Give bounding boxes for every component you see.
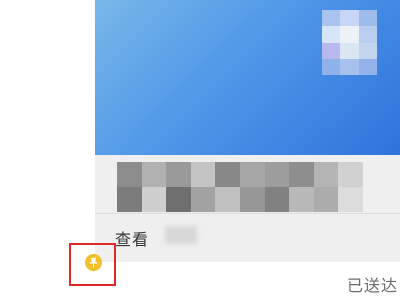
shared-link-card[interactable]: 查看	[95, 0, 400, 262]
blurred-title-text	[117, 162, 363, 212]
view-label: 查看	[115, 230, 150, 249]
pin-glyph-icon	[89, 257, 98, 268]
pin-icon[interactable]	[85, 254, 102, 271]
card-divider	[95, 213, 400, 214]
blurred-view-text	[165, 226, 197, 244]
card-banner-image	[95, 0, 400, 155]
chat-screen: 查看 已送达	[0, 0, 400, 303]
delivery-status: 已送达	[346, 276, 398, 295]
blurred-thumbnail	[322, 10, 377, 75]
